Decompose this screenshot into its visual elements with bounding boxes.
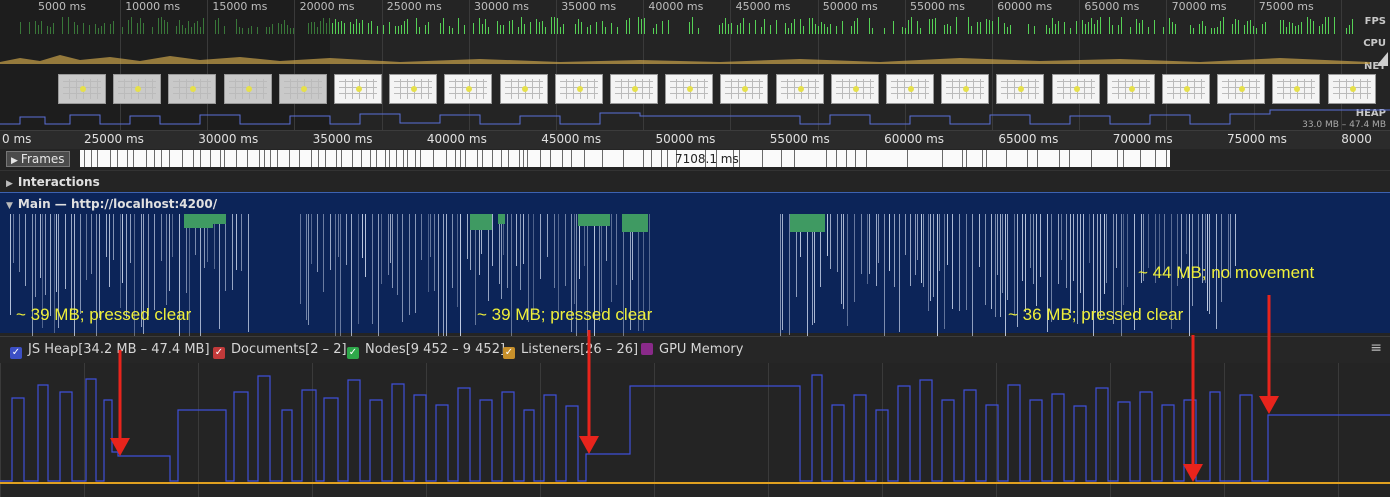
arrow-1-head <box>110 438 130 456</box>
arrow-4-head <box>1259 396 1279 414</box>
arrow-2-head <box>579 436 599 454</box>
counter-lines <box>0 295 1390 484</box>
js-heap-line <box>0 374 1390 482</box>
arrow-3-head <box>1183 464 1203 482</box>
